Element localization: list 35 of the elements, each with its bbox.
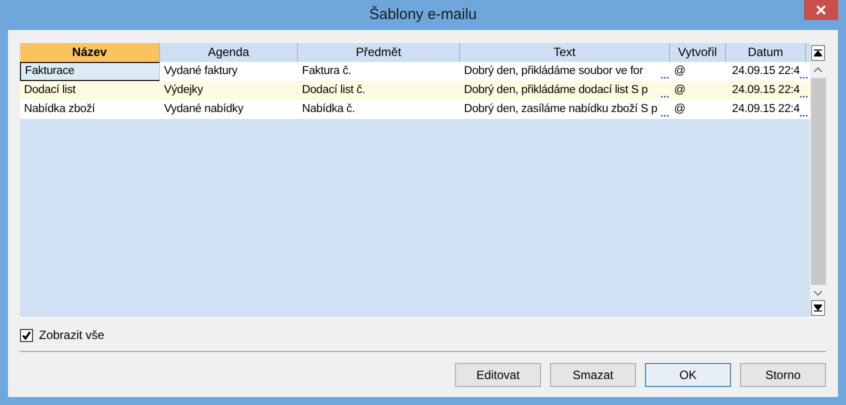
column-header[interactable]: Název	[20, 43, 160, 62]
table-cell-text: Faktura č.	[301, 64, 352, 79]
table-cell-text: Dodací list	[23, 82, 77, 98]
scroll-thumb[interactable]	[810, 78, 826, 285]
table-cell-text: @	[673, 102, 686, 117]
check-icon	[22, 330, 31, 340]
table-cell-text: Dobrý den, přikládáme soubor ve for	[464, 64, 644, 79]
table-cell-text: 24.09.15 22:4	[732, 102, 800, 117]
table-cell-text: Dodací list č.	[301, 82, 366, 98]
checkbox-label: Zobrazit vše	[39, 327, 104, 344]
scrollbar[interactable]	[810, 43, 826, 317]
table-cell-text: @	[673, 64, 686, 79]
table-cell-text: Vydané nabídky	[163, 102, 244, 117]
checkbox[interactable]	[20, 328, 33, 342]
table-cell-text: Vydané faktury	[163, 64, 238, 79]
table-cell-text: Nabídka zboží	[23, 102, 96, 117]
close-icon	[816, 5, 826, 15]
dialog-button[interactable]: OK	[645, 363, 731, 387]
table-cell-text: 24.09.15 22:4	[732, 64, 800, 79]
close-button[interactable]	[804, 0, 838, 20]
table-cell-text: @	[673, 82, 686, 98]
dialog-button[interactable]: Storno	[740, 363, 826, 387]
scroll-bottom-icon	[814, 304, 822, 312]
table-cell-text: 24.09.15 22:4	[732, 82, 800, 98]
table-cell-text: Dobrý den, přikládáme dodací list S p	[464, 82, 648, 98]
table-cell-text: Nabídka č.	[301, 102, 356, 117]
table-cell-text: Dobrý den, zasíláme nabídku zboží S p	[464, 102, 658, 117]
window-title: Šablony e-mailu	[369, 4, 477, 25]
table-cell-text: Výdejky	[163, 82, 204, 98]
table-cell: Fakturace	[20, 62, 160, 81]
dialog-button[interactable]: Smazat	[550, 363, 636, 387]
scroll-bottom-button[interactable]	[811, 300, 825, 316]
dialog-button[interactable]: Editovat	[455, 363, 541, 387]
scroll-top-button[interactable]	[811, 45, 825, 61]
scroll-top-icon	[814, 49, 822, 57]
